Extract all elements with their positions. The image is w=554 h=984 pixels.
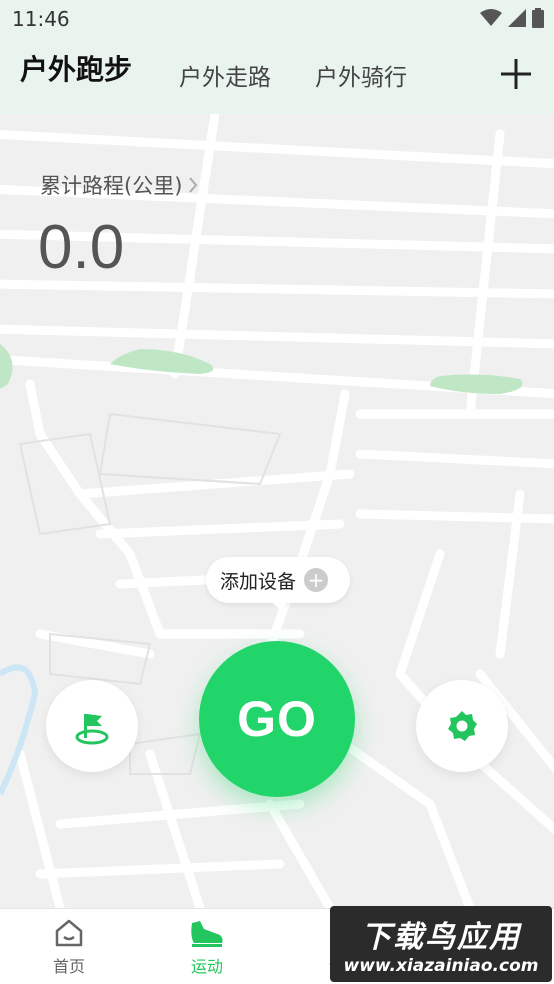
home-icon [55,919,83,947]
tab-outdoor-run[interactable]: 户外跑步 [20,48,132,88]
watermark: 下载鸟应用 www.xiazainiao.com [330,906,552,982]
distance-value: 0.0 [38,213,125,282]
add-sport-button[interactable] [498,56,534,92]
watermark-url: www.xiazainiao.com [343,956,539,976]
go-button[interactable]: GO [199,641,355,797]
settings-button[interactable] [416,680,508,772]
plus-icon: + [304,568,329,592]
status-bar: 11:46 [0,0,554,38]
add-device-button[interactable]: 添加设备 + [206,557,350,603]
nav-label-home: 首页 [52,957,85,976]
gear-icon [448,711,477,741]
distance-label: 累计路程(公里) [40,174,183,198]
watermark-title: 下载鸟应用 [361,920,521,955]
status-icons [480,8,544,28]
nav-item-sport[interactable]: 运动 [138,909,276,984]
nav-label-sport: 运动 [190,957,223,976]
battery-icon [532,8,544,28]
distance-label-row[interactable]: 累计路程(公里) [40,170,198,200]
wifi-icon [480,9,502,26]
chevron-right-icon [189,177,198,193]
header: 户外跑步 户外走路 户外骑行 [0,38,554,114]
tab-outdoor-walk[interactable]: 户外走路 [179,58,271,92]
nav-item-home[interactable]: 首页 [0,909,138,984]
tab-outdoor-ride[interactable]: 户外骑行 [315,58,407,92]
status-time: 11:46 [12,7,70,31]
add-device-label: 添加设备 [220,570,297,593]
flag-icon [75,714,109,745]
tooltip-tail [270,600,290,610]
signal-icon [508,9,526,27]
shoe-icon [191,921,223,947]
target-flag-button[interactable] [46,680,138,772]
